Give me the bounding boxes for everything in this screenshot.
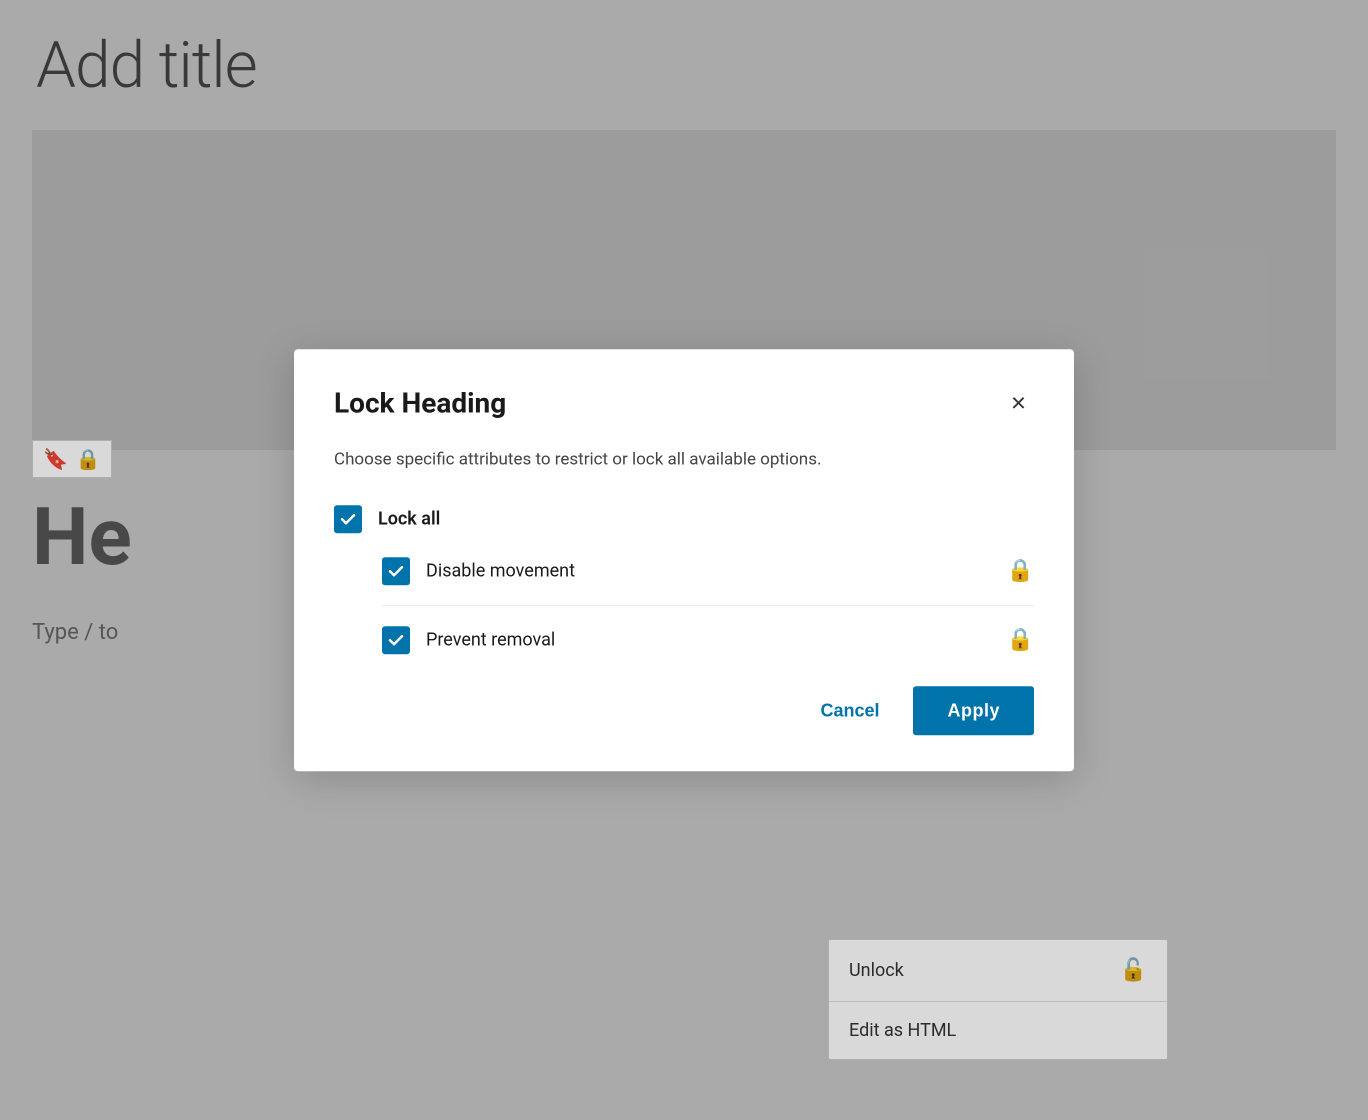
lock-all-label: Lock all [378,508,1034,529]
disable-movement-lock-icon: 🔒 [1007,558,1034,583]
lock-all-row: Lock all [334,505,1034,533]
apply-button[interactable]: Apply [913,686,1034,735]
modal-header: Lock Heading × [334,385,1034,419]
disable-movement-label: Disable movement [426,560,1007,581]
prevent-removal-label: Prevent removal [426,629,1007,650]
lock-heading-modal: Lock Heading × Choose specific attribute… [294,349,1074,771]
prevent-removal-row: Prevent removal 🔒 [382,626,1034,654]
modal-footer: Cancel Apply [334,686,1034,735]
prevent-removal-checkbox[interactable] [382,626,410,654]
disable-movement-row: Disable movement 🔒 [382,557,1034,585]
disable-movement-checkbox[interactable] [382,557,410,585]
modal-close-button[interactable]: × [1003,385,1034,419]
modal-title: Lock Heading [334,386,506,419]
lock-all-checkbox[interactable] [334,505,362,533]
option-divider [382,605,1034,606]
cancel-button[interactable]: Cancel [802,688,897,733]
prevent-removal-lock-icon: 🔒 [1007,627,1034,652]
modal-description: Choose specific attributes to restrict o… [334,447,1034,473]
